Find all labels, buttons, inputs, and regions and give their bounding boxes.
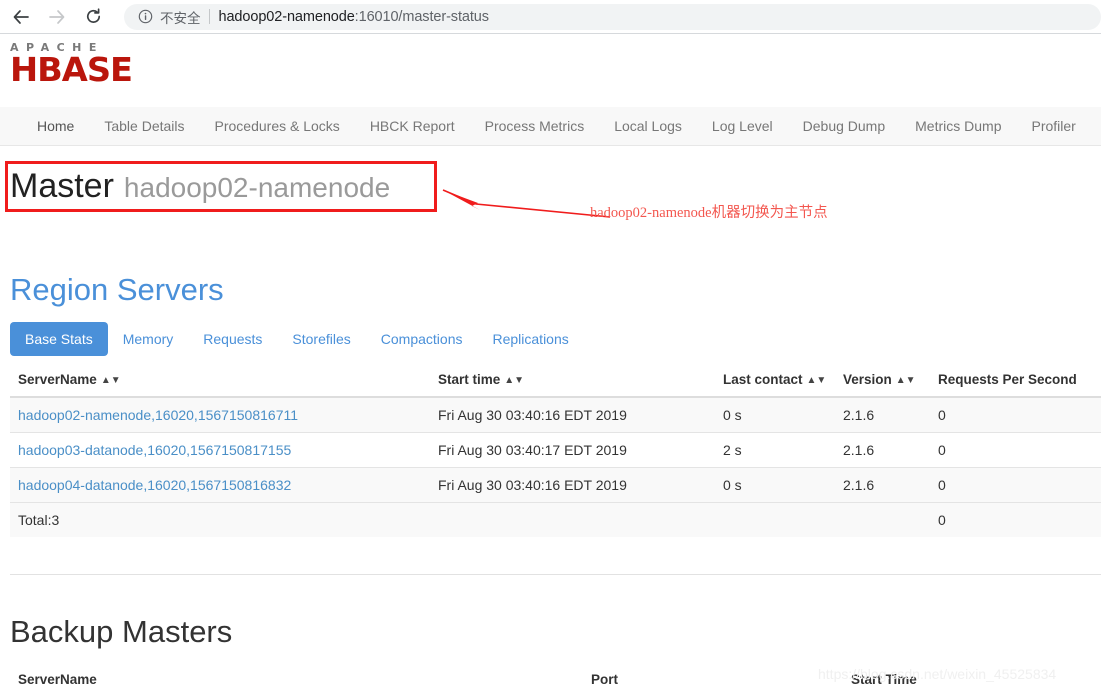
master-hostname: hadoop02-namenode [123,172,391,203]
region-servers-table: ServerName ▲▼ Start time ▲▼ Last contact ▲▼… [10,364,1101,537]
server-name-link[interactable]: hadoop02-namenode,16020,1567150816711 [18,407,298,423]
region-servers-total-requests: 0 [930,502,1101,537]
security-status-label: 不安全 [160,10,201,26]
cell-version: 2.1.6 [835,467,930,503]
region-servers-heading: Region Servers [10,272,224,307]
cell-server-name: hadoop04-datanode,16020,1567150816832 [10,467,430,503]
cell-start-time: Fri Aug 30 03:40:16 EDT 2019 [430,396,715,433]
tab-requests[interactable]: Requests [188,322,277,356]
cell-version: 2.1.6 [835,432,930,468]
col-start-time[interactable]: Start time ▲▼ [430,364,715,398]
table-total-row: Total:3 0 [10,502,1101,537]
region-servers-total-label: Total:3 [10,502,430,537]
table-row: hadoop03-datanode,16020,1567150817155 Fri… [10,432,1101,468]
region-servers-table-head: ServerName ▲▼ Start time ▲▼ Last contact ▲▼… [10,364,1101,398]
nav-item-debug-dump[interactable]: Debug Dump [788,107,901,145]
col-backup-server-name: ServerName [10,664,583,696]
sort-icon[interactable]: ▲▼ [504,375,524,386]
omnibox-separator [208,9,210,24]
url-host: hadoop02-namenode [218,8,355,25]
tab-compactions[interactable]: Compactions [366,322,478,356]
forward-arrow-icon [48,8,66,26]
url-text: hadoop02-namenode:16010/master-status [219,9,489,25]
cell-requests-per-second: 0 [930,467,1101,503]
cell-requests-per-second: 0 [930,432,1101,468]
region-servers-table-body: hadoop02-namenode,16020,1567150816711 Fri… [10,396,1101,537]
nav-item-local-logs[interactable]: Local Logs [599,107,697,145]
master-label: Master [10,167,114,205]
cell-server-name: hadoop03-datanode,16020,1567150817155 [10,432,430,468]
browser-toolbar: 不安全 hadoop02-namenode:16010/master-statu… [0,0,1101,34]
annotation-text: hadoop02-namenode机器切换为主节点 [590,205,828,221]
table-header-row: ServerName ▲▼ Start time ▲▼ Last contact ▲▼… [10,364,1101,398]
col-start-time-label: Start time [438,372,501,387]
col-last-contact[interactable]: Last contact ▲▼ [715,364,835,398]
tab-base-stats[interactable]: Base Stats [10,322,108,356]
reload-icon [84,7,103,26]
cell-empty [715,502,835,537]
forward-button[interactable] [42,2,72,32]
col-version[interactable]: Version ▲▼ [835,364,930,398]
server-name-link[interactable]: hadoop03-datanode,16020,1567150817155 [18,442,291,458]
logo-hbase-text: HBASE [10,50,133,89]
table-row: hadoop02-namenode,16020,1567150816711 Fri… [10,396,1101,433]
col-server-name[interactable]: ServerName ▲▼ [10,364,430,398]
cell-requests-per-second: 0 [930,396,1101,433]
col-backup-server-name-label: ServerName [18,672,97,687]
nav-item-hbck-report[interactable]: HBCK Report [355,107,470,145]
main-navigation: Home Table Details Procedures & Locks HBCK … [0,107,1101,146]
back-button[interactable] [6,2,36,32]
nav-item-process-metrics[interactable]: Process Metrics [470,107,600,145]
tab-storefiles[interactable]: Storefiles [277,322,365,356]
cell-last-contact: 0 s [715,396,835,433]
col-version-label: Version [843,372,892,387]
cell-empty [835,502,930,537]
nav-item-procedures-locks[interactable]: Procedures & Locks [200,107,355,145]
section-divider [10,574,1101,575]
nav-item-metrics-dump[interactable]: Metrics Dump [900,107,1016,145]
reload-button[interactable] [78,2,108,32]
nav-item-log-level[interactable]: Log Level [697,107,788,145]
col-server-name-label: ServerName [18,372,97,387]
cell-start-time: Fri Aug 30 03:40:17 EDT 2019 [430,432,715,468]
hbase-logo[interactable]: APACHE HBASE [10,42,133,89]
cell-last-contact: 2 s [715,432,835,468]
cell-server-name: hadoop02-namenode,16020,1567150816711 [10,396,430,433]
sort-icon[interactable]: ▲▼ [896,375,916,386]
cell-version: 2.1.6 [835,396,930,433]
back-arrow-icon [12,8,30,26]
info-circle-icon[interactable] [138,9,153,24]
col-last-contact-label: Last contact [723,372,803,387]
cell-empty [430,502,715,537]
nav-item-home[interactable]: Home [22,107,89,145]
page-title: Master hadoop02-namenode [10,166,390,206]
page-content: APACHE HBASE Home Table Details Procedures… [0,34,1101,696]
nav-item-table-details[interactable]: Table Details [89,107,199,145]
server-name-link[interactable]: hadoop04-datanode,16020,1567150816832 [18,477,291,493]
cell-start-time: Fri Aug 30 03:40:16 EDT 2019 [430,467,715,503]
col-requests-per-second-label: Requests Per Second [938,372,1077,387]
sort-icon[interactable]: ▲▼ [101,375,121,386]
watermark-text: https://blog.csdn.net/weixin_45525834 [818,666,1057,682]
col-backup-port: Port [583,664,843,696]
url-path: :16010/master-status [354,8,489,25]
tab-replications[interactable]: Replications [477,322,583,356]
nav-item-profiler[interactable]: Profiler [1017,107,1091,145]
cell-last-contact: 0 s [715,467,835,503]
nav-item-h[interactable]: H [1091,107,1101,145]
table-row: hadoop04-datanode,16020,1567150816832 Fri… [10,467,1101,503]
region-servers-tabs: Base Stats Memory Requests Storefiles Compac… [10,322,584,356]
sort-icon[interactable]: ▲▼ [807,375,827,386]
backup-masters-heading: Backup Masters [10,614,233,649]
address-bar[interactable]: 不安全 hadoop02-namenode:16010/master-statu… [124,3,1101,30]
col-requests-per-second[interactable]: Requests Per Second [930,364,1101,398]
tab-memory[interactable]: Memory [108,322,189,356]
col-backup-port-label: Port [591,672,618,687]
annotation-arrow-icon [440,184,615,225]
